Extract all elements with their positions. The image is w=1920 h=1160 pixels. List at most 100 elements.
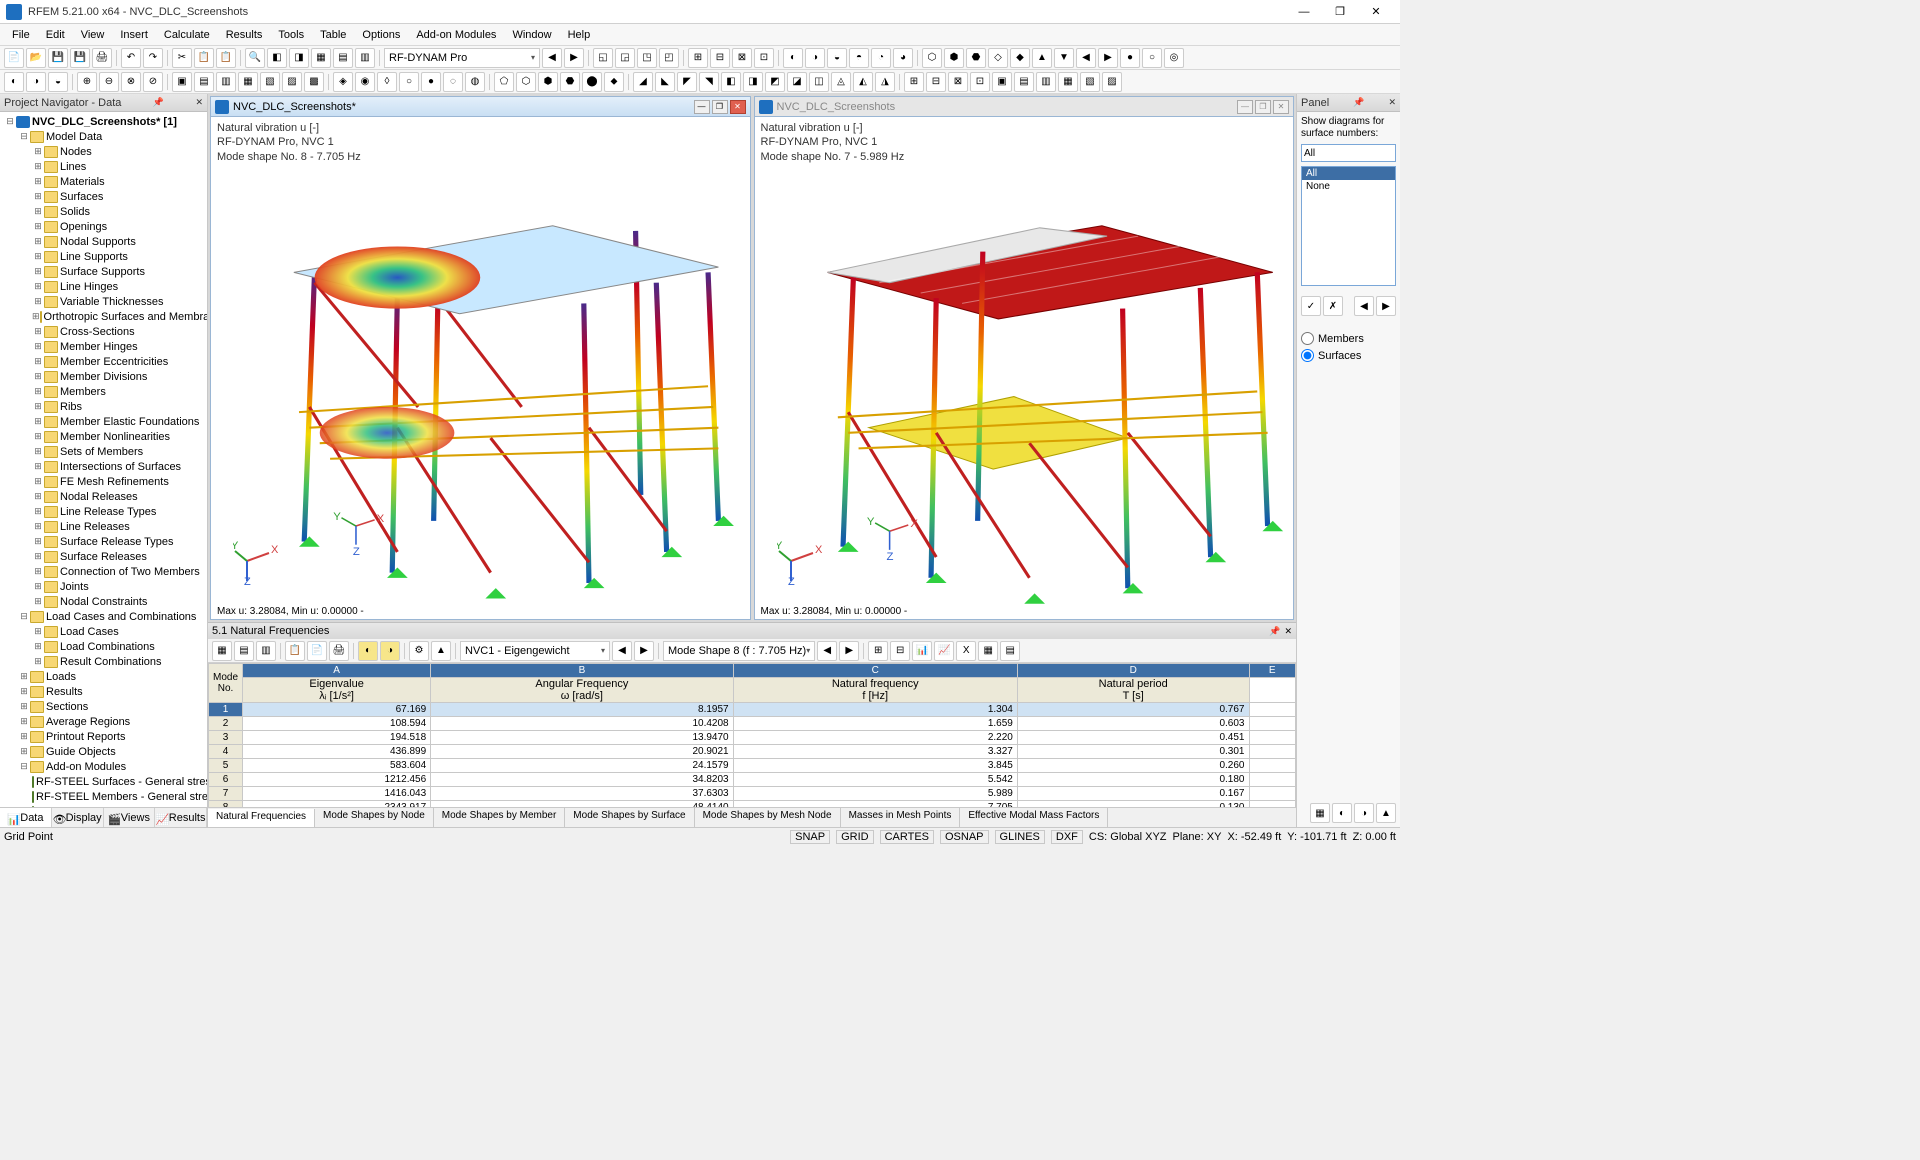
table-tab[interactable]: Mode Shapes by Surface	[565, 808, 694, 827]
tree-item[interactable]: ⊞Surface Releases	[0, 549, 207, 564]
tree-item[interactable]: ⊞Surface Supports	[0, 264, 207, 279]
tbl-btn-3[interactable]: ▥	[256, 641, 276, 661]
list-item[interactable]: All	[1302, 167, 1395, 180]
tree-item[interactable]: ⊞Member Elastic Foundations	[0, 414, 207, 429]
results-table[interactable]: Mode No.ABCDEEigenvalueλᵢ [1/s²]Angular …	[208, 663, 1296, 807]
tb-1[interactable]: ◧	[267, 48, 287, 68]
tree-item[interactable]: ⊞Cross-Sections	[0, 324, 207, 339]
expand-icon[interactable]: ⊞	[18, 731, 30, 742]
expand-icon[interactable]: ⊞	[32, 566, 44, 577]
expand-icon[interactable]: ⊟	[18, 761, 30, 772]
tree-item[interactable]: RF-STEEL Members - General stres	[0, 789, 207, 804]
tree-item[interactable]: ⊞Member Hinges	[0, 339, 207, 354]
expand-icon[interactable]: ⊞	[32, 431, 44, 442]
tb-7[interactable]: ◲	[615, 48, 635, 68]
tree-item[interactable]: ⊞Load Cases	[0, 624, 207, 639]
surface-filter-list[interactable]: AllNone	[1301, 166, 1396, 286]
tb-28[interactable]: ▶	[1098, 48, 1118, 68]
table-tab[interactable]: Mode Shapes by Member	[434, 808, 566, 827]
expand-icon[interactable]: ⊞	[18, 701, 30, 712]
expand-icon[interactable]: ⊞	[32, 581, 44, 592]
tb-25[interactable]: ▲	[1032, 48, 1052, 68]
tb-13[interactable]: ⊡	[754, 48, 774, 68]
expand-icon[interactable]: ⊞	[32, 236, 44, 247]
menu-file[interactable]: File	[4, 27, 38, 43]
close-icon[interactable]: ✕	[1388, 97, 1396, 108]
loadcase-combo[interactable]: NVC1 - Eigengewicht	[460, 641, 610, 661]
expand-icon[interactable]: ⊞	[18, 746, 30, 757]
t2-46[interactable]: ▥	[1036, 72, 1056, 92]
t2-26[interactable]: ⬤	[582, 72, 602, 92]
tree-item[interactable]: ⊞Results	[0, 684, 207, 699]
expand-icon[interactable]: ⊞	[32, 461, 44, 472]
prev-icon[interactable]: ◀	[612, 641, 632, 661]
tb-31[interactable]: ◎	[1164, 48, 1184, 68]
tree-item[interactable]: ⊞Member Divisions	[0, 369, 207, 384]
t2-39[interactable]: ◮	[875, 72, 895, 92]
tbl-btn-4[interactable]: 📋	[285, 641, 305, 661]
tb-30[interactable]: ○	[1142, 48, 1162, 68]
side-btn-4[interactable]: ▶	[1376, 296, 1396, 316]
tree-item[interactable]: ⊞Lines	[0, 159, 207, 174]
tbl-btn-e2[interactable]: ⊟	[890, 641, 910, 661]
menu-add-on-modules[interactable]: Add-on Modules	[408, 27, 504, 43]
expand-icon[interactable]: ⊞	[18, 671, 30, 682]
t2-19[interactable]: ●	[421, 72, 441, 92]
expand-icon[interactable]: ⊞	[32, 251, 44, 262]
t2-7[interactable]: ⊘	[143, 72, 163, 92]
maximize-button[interactable]: ❐	[1322, 2, 1358, 22]
side-foot-2[interactable]: ◐	[1332, 803, 1352, 823]
tree-item[interactable]: ⊞Line Hinges	[0, 279, 207, 294]
side-btn-2[interactable]: ✗	[1323, 296, 1343, 316]
tree-item[interactable]: ⊞Loads	[0, 669, 207, 684]
tb-8[interactable]: ◳	[637, 48, 657, 68]
tb-12[interactable]: ⊠	[732, 48, 752, 68]
t2-1[interactable]: ◐	[4, 72, 24, 92]
t2-12[interactable]: ▧	[260, 72, 280, 92]
expand-icon[interactable]: ⊞	[32, 311, 40, 322]
tb-10[interactable]: ⊞	[688, 48, 708, 68]
tree-item[interactable]: ⊞Printout Reports	[0, 729, 207, 744]
t2-5[interactable]: ⊖	[99, 72, 119, 92]
expand-icon[interactable]: ⊞	[32, 416, 44, 427]
expand-icon[interactable]: ⊞	[32, 491, 44, 502]
tree-item[interactable]: ⊞Materials	[0, 174, 207, 189]
tb-6[interactable]: ◱	[593, 48, 613, 68]
expand-icon[interactable]: ⊞	[32, 161, 44, 172]
t2-28[interactable]: ◢	[633, 72, 653, 92]
tree-item[interactable]: ⊞Ribs	[0, 399, 207, 414]
table-tab[interactable]: Effective Modal Mass Factors	[960, 808, 1108, 827]
t2-14[interactable]: ▩	[304, 72, 324, 92]
find-icon[interactable]: 🔍	[245, 48, 265, 68]
tree-item[interactable]: ⊞Members	[0, 384, 207, 399]
paste-icon[interactable]: 📋	[216, 48, 236, 68]
radio-surfaces[interactable]: Surfaces	[1301, 349, 1396, 362]
t2-8[interactable]: ▣	[172, 72, 192, 92]
table-tab[interactable]: Natural Frequencies	[208, 809, 315, 827]
t2-33[interactable]: ◨	[743, 72, 763, 92]
expand-icon[interactable]: ⊟	[4, 116, 16, 127]
vp-maximize-icon[interactable]: ❐	[712, 100, 728, 114]
menu-window[interactable]: Window	[504, 27, 559, 43]
t2-10[interactable]: ▥	[216, 72, 236, 92]
tree-item[interactable]: ⊞Nodal Supports	[0, 234, 207, 249]
tree-item[interactable]: RF-STEEL Surfaces - General stres	[0, 774, 207, 789]
expand-icon[interactable]: ⊞	[32, 296, 44, 307]
menu-table[interactable]: Table	[312, 27, 354, 43]
tb-17[interactable]: ◓	[849, 48, 869, 68]
open-icon[interactable]: 📂	[26, 48, 46, 68]
t2-35[interactable]: ◪	[787, 72, 807, 92]
tree-item[interactable]: ⊞Load Combinations	[0, 639, 207, 654]
expand-icon[interactable]: ⊞	[32, 626, 44, 637]
t2-25[interactable]: ⬣	[560, 72, 580, 92]
t2-27[interactable]: ⬥	[604, 72, 624, 92]
nav-tab-views[interactable]: 🎬Views	[104, 808, 156, 827]
tbl-btn-e7[interactable]: ▤	[1000, 641, 1020, 661]
t2-40[interactable]: ⊞	[904, 72, 924, 92]
tb-22[interactable]: ⬣	[966, 48, 986, 68]
tb-16[interactable]: ◒	[827, 48, 847, 68]
t2-24[interactable]: ⬢	[538, 72, 558, 92]
tree-item[interactable]: ⊞Nodal Releases	[0, 489, 207, 504]
tree-item[interactable]: ⊞FE Mesh Refinements	[0, 474, 207, 489]
viewport-right[interactable]: NVC_DLC_Screenshots — ❐ ✕ Natural vibrat…	[754, 96, 1295, 620]
